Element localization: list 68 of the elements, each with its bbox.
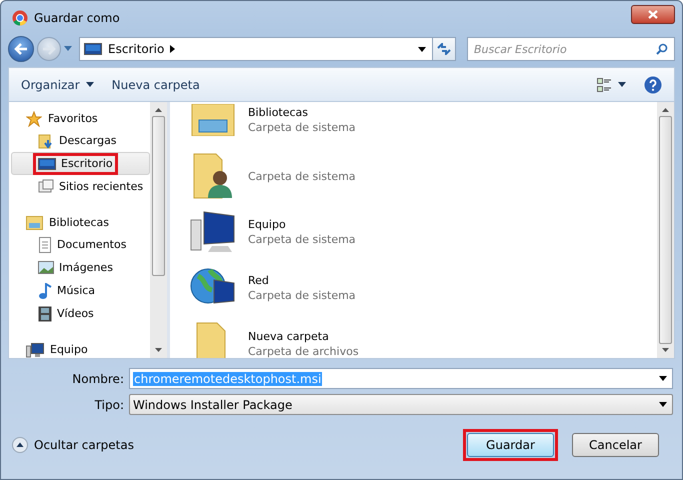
window-title: Guardar como	[34, 11, 120, 25]
close-button[interactable]	[631, 4, 675, 24]
search-field[interactable]: Buscar Escritorio	[467, 37, 675, 61]
sidebar-item[interactable]: Documentos	[11, 233, 150, 256]
view-options-button[interactable]	[597, 78, 626, 92]
sidebar-item[interactable]: Sitios recientes	[11, 175, 150, 198]
new-folder-button[interactable]: Nueva carpeta	[112, 78, 200, 92]
file-item[interactable]: Equipo Carpeta de sistema	[188, 204, 657, 260]
refresh-button[interactable]	[432, 37, 456, 61]
help-button[interactable]	[644, 76, 662, 94]
film-icon	[38, 306, 52, 322]
file-item[interactable]: Red Carpeta de sistema	[188, 260, 657, 316]
sidebar-item[interactable]: Música	[11, 279, 150, 302]
library-folder-icon	[26, 215, 43, 230]
hide-folders-button[interactable]: Ocultar carpetas	[12, 437, 134, 453]
file-item[interactable]: Bibliotecas Carpeta de sistema	[188, 92, 657, 148]
address-location[interactable]: Escritorio	[108, 42, 164, 56]
dropdown-arrow-icon[interactable]	[418, 46, 426, 52]
recent-places-icon	[38, 178, 54, 194]
music-note-icon	[38, 282, 52, 298]
download-folder-icon	[38, 132, 54, 148]
forward-arrow-icon	[42, 43, 56, 55]
scroll-down-icon[interactable]	[155, 348, 162, 352]
scrollbar[interactable]	[150, 102, 167, 358]
scrollbar[interactable]	[657, 102, 674, 358]
name-label: Nombre:	[71, 372, 124, 386]
library-folder-icon	[191, 104, 235, 136]
sidebar-group-header[interactable]: Equipo	[11, 339, 150, 358]
back-button[interactable]	[8, 36, 34, 62]
chrome-logo-icon	[12, 10, 28, 26]
caret-icon	[86, 82, 94, 87]
refresh-icon	[437, 43, 451, 55]
dropdown-arrow-icon[interactable]	[659, 376, 667, 381]
scroll-thumb[interactable]	[659, 116, 672, 344]
scroll-thumb[interactable]	[152, 116, 165, 276]
monitor-icon	[38, 156, 56, 170]
document-icon	[38, 236, 52, 252]
scroll-up-icon[interactable]	[662, 108, 669, 112]
sidebar-item[interactable]: Imágenes	[11, 256, 150, 279]
collapse-icon	[12, 437, 28, 453]
picture-icon	[38, 261, 54, 274]
type-label: Tipo:	[94, 398, 124, 412]
scroll-down-icon[interactable]	[662, 348, 669, 352]
sidebar-group-header[interactable]: Favoritos	[11, 108, 150, 129]
back-arrow-icon	[14, 43, 28, 55]
file-item[interactable]: Carpeta de sistema	[188, 148, 657, 204]
monitor-icon	[84, 42, 102, 56]
sidebar-item[interactable]: Escritorio	[11, 152, 150, 175]
dialog-button[interactable]: Guardar	[467, 433, 554, 457]
computer-icon	[26, 342, 44, 358]
star-icon	[26, 110, 42, 126]
sidebar-group-header[interactable]: Bibliotecas	[11, 212, 150, 233]
help-icon	[644, 76, 662, 94]
address-bar[interactable]: Escritorio	[79, 37, 433, 61]
chevron-right-icon[interactable]	[170, 45, 176, 53]
dropdown-arrow-icon[interactable]	[659, 402, 667, 407]
sidebar-item[interactable]: Vídeos	[11, 302, 150, 325]
close-icon	[648, 10, 658, 18]
view-list-icon	[597, 78, 612, 92]
organize-button[interactable]: Organizar	[21, 78, 94, 92]
file-item[interactable]: Nueva carpeta Carpeta de archivos	[188, 316, 657, 358]
search-icon	[656, 43, 668, 55]
dialog-button[interactable]: Cancelar	[572, 433, 659, 457]
scroll-up-icon[interactable]	[155, 108, 162, 112]
file-type-dropdown[interactable]: Windows Installer Package	[129, 394, 673, 415]
sidebar-item[interactable]: Descargas	[11, 129, 150, 152]
caret-icon	[618, 82, 626, 87]
computer-icon	[190, 210, 236, 254]
